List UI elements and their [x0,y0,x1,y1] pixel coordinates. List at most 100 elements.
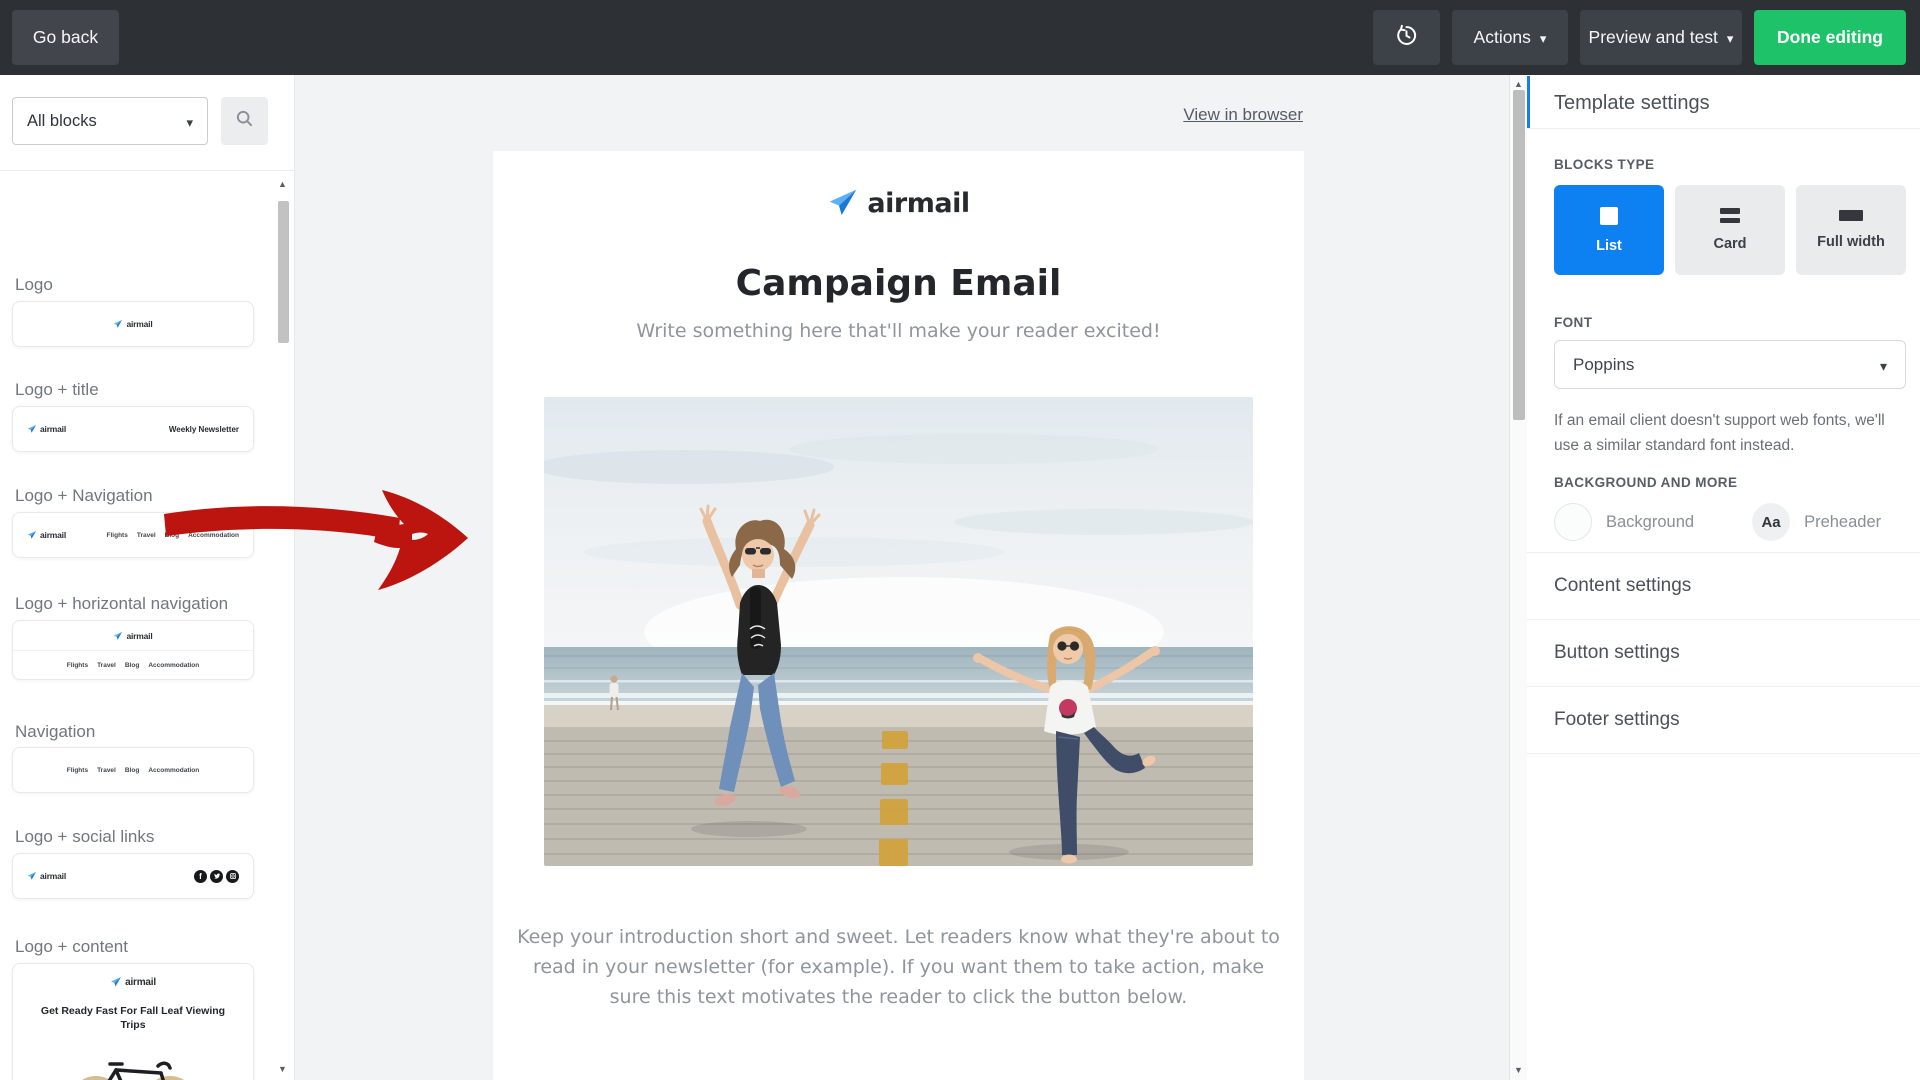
done-editing-button[interactable]: Done editing [1754,10,1906,65]
caret-down-icon: ▾ [1540,32,1547,45]
nav-item: Flights [67,767,88,774]
go-back-button[interactable]: Go back [12,10,119,65]
airmail-logo: airmail [113,319,152,329]
preheader-badge[interactable]: Aa [1752,503,1790,541]
font-select[interactable]: Poppins ▾ [1554,340,1906,389]
brand-text: airmail [125,977,156,988]
list-label: List [1596,238,1622,254]
block-section-label: Logo + content [15,937,128,957]
block-card-logo-content[interactable]: airmail Get Ready Fast For Fall Leaf Vie… [12,963,254,1080]
block-filter-select[interactable]: All blocks ▾ [12,97,208,145]
button-settings-label: Button settings [1554,642,1680,664]
preview-and-test-button[interactable]: Preview and test ▾ [1580,10,1742,65]
active-section-indicator [1527,76,1530,128]
template-settings-header[interactable]: Template settings [1554,92,1710,115]
block-filter-value: All blocks [27,112,97,131]
footer-settings-label: Footer settings [1554,709,1680,731]
preheader-label: Preheader [1804,513,1881,532]
background-row: Background Aa Preheader [1554,503,1881,541]
nav-item: Accommodation [148,662,199,669]
beach-jump-photo [544,397,1253,866]
mini-navigation: Flights Travel Blog Accommodation [67,662,199,669]
panel-divider [1527,753,1920,754]
list-icon [1600,207,1618,225]
email-hero-image[interactable] [544,397,1253,866]
brand-text: airmail [40,871,66,881]
content-block-title: Get Ready Fast For Fall Leaf Viewing Tri… [33,1004,233,1032]
email-canvas: View in browser airmail Campaign Email W… [295,75,1509,1080]
block-section-label: Logo + social links [15,827,154,847]
view-in-browser-link[interactable]: View in browser [1183,105,1303,125]
paper-plane-icon [827,187,859,219]
blocks-sidebar: All blocks ▾ Logo airmail Logo + title [0,75,295,1080]
scrollbar-thumb[interactable] [1513,90,1525,420]
blocks-type-label: BLOCKS TYPE [1554,157,1654,172]
nav-item: Travel [97,767,116,774]
caret-down-icon: ▾ [1727,32,1734,45]
airmail-logo: airmail [27,530,66,540]
canvas-scrollbar[interactable]: ▲ ▼ [1509,75,1527,1080]
font-label: FONT [1554,315,1592,330]
preview-label: Preview and test [1589,27,1718,48]
button-settings-row[interactable]: Button settings [1527,620,1920,685]
mini-navigation: Flights Travel Blog Accommodation [67,767,199,774]
done-editing-label: Done editing [1777,27,1883,48]
email-title[interactable]: Campaign Email [493,263,1304,304]
brand-text: airmail [40,530,66,540]
search-button[interactable] [221,97,268,145]
search-icon [235,109,254,133]
block-card-logo-navigation[interactable]: airmail Flights Travel Blog Accommodatio… [12,512,254,558]
background-and-more-label: BACKGROUND AND MORE [1554,475,1737,490]
brand-text: airmail [867,188,969,219]
scroll-down-icon[interactable]: ▼ [1514,1065,1523,1075]
background-label: Background [1606,513,1694,532]
email-body-text[interactable]: Keep your introduction short and sweet. … [493,922,1304,1012]
content-settings-row[interactable]: Content settings [1527,553,1920,618]
block-section-label: Logo + horizontal navigation [15,594,228,614]
email-logo-block[interactable]: airmail [493,187,1304,219]
nav-item: Travel [97,662,116,669]
airmail-logo: airmail [27,424,66,434]
block-card-logo-title[interactable]: airmail Weekly Newsletter [12,406,254,452]
scrollbar-thumb[interactable] [278,201,289,343]
actions-button[interactable]: Actions ▾ [1452,10,1568,65]
block-card-logo[interactable]: airmail [12,301,254,347]
scroll-down-icon[interactable]: ▼ [278,1064,287,1074]
brand-text: airmail [126,631,152,641]
settings-panel: Template settings BLOCKS TYPE List Card … [1527,75,1920,1080]
paper-plane-icon [113,631,123,641]
body-line: sure this text motivates the reader to c… [493,982,1304,1012]
blocks-type-card-button[interactable]: Card [1675,185,1785,275]
block-card-navigation[interactable]: Flights Travel Blog Accommodation [12,747,254,793]
nav-item: Accommodation [148,767,199,774]
block-card-logo-horizontal-navigation[interactable]: airmail Flights Travel Blog Accommodatio… [12,620,254,680]
scroll-up-icon[interactable]: ▲ [278,179,287,189]
caret-down-icon: ▾ [1880,359,1887,373]
brand-text: airmail [126,319,152,329]
block-section-label: Logo + title [15,380,99,400]
blocks-type-list-button[interactable]: List [1554,185,1664,275]
block-card-logo-social-links[interactable]: airmail f [12,853,254,899]
history-button[interactable] [1373,10,1440,65]
email-subtitle[interactable]: Write something here that'll make your r… [493,320,1304,342]
paper-plane-icon [27,871,37,881]
twitter-icon [210,870,223,883]
social-icons: f [194,870,239,883]
block-section-label: Logo [15,275,53,295]
background-color-swatch[interactable] [1554,503,1592,541]
card-label: Card [1713,236,1746,252]
airmail-logo: airmail [113,631,152,641]
brand-text: airmail [40,424,66,434]
scroll-up-icon[interactable]: ▲ [1514,79,1523,89]
email-preview-card[interactable]: airmail Campaign Email Write something h… [493,151,1304,1080]
panel-divider [1527,128,1920,129]
blocks-type-full-width-button[interactable]: Full width [1796,185,1906,275]
sidebar-divider [0,170,294,171]
facebook-icon: f [194,870,207,883]
content-settings-label: Content settings [1554,575,1691,597]
full-width-icon [1839,210,1863,221]
newsletter-title: Weekly Newsletter [169,425,239,434]
airmail-logo: airmail [27,871,66,881]
sidebar-scrollbar[interactable]: ▲ ▼ [277,175,290,1080]
footer-settings-row[interactable]: Footer settings [1527,687,1920,752]
